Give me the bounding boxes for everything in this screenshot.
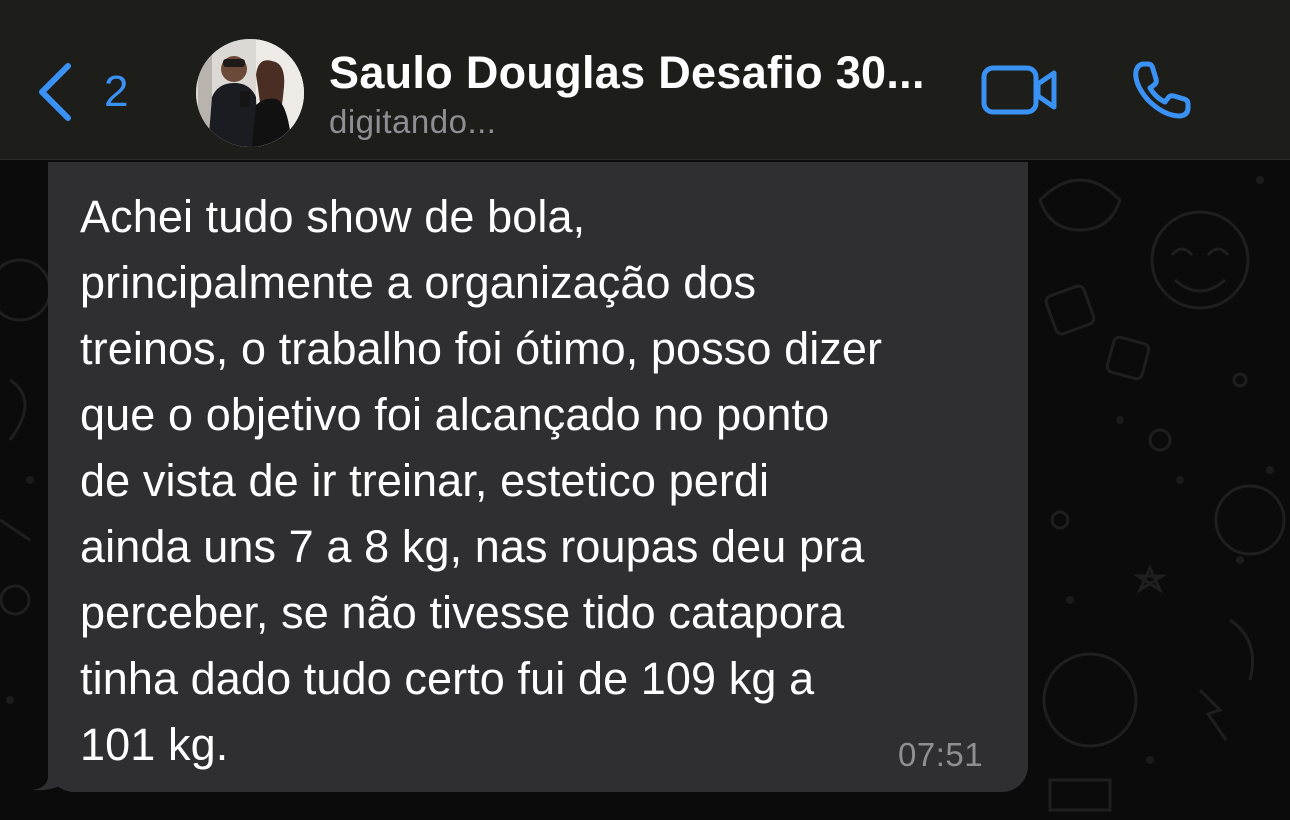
chevron-left-icon — [34, 60, 74, 124]
video-call-button[interactable] — [980, 64, 1060, 116]
avatar-photo — [196, 39, 304, 147]
phone-icon — [1133, 61, 1191, 119]
back-button[interactable]: 2 — [34, 60, 128, 124]
voice-call-button[interactable] — [1130, 58, 1194, 122]
contact-avatar[interactable] — [196, 39, 304, 147]
video-camera-icon — [981, 65, 1057, 115]
message-text: Achei tudo show de bola, principalmente … — [80, 191, 883, 770]
message-timestamp: 07:51 — [898, 736, 984, 773]
contact-name[interactable]: Saulo Douglas Desafio 30... — [329, 47, 925, 99]
unread-count: 2 — [104, 67, 129, 116]
bubble-tail — [30, 740, 70, 797]
chat-header: 2 Saulo Douglas Desafio 30... digitando.… — [0, 0, 1290, 160]
typing-status: digitando... — [329, 103, 497, 140]
